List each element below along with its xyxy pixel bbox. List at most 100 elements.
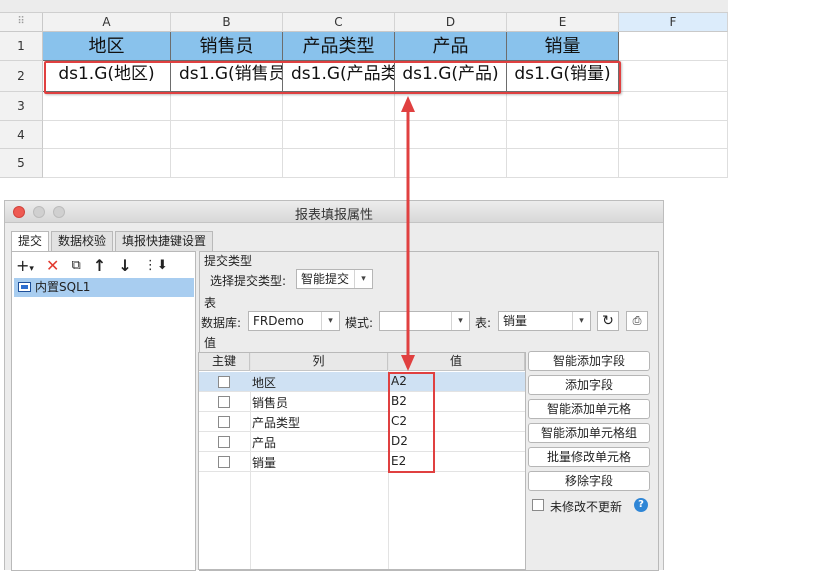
cell-f4[interactable] [619,121,728,149]
cell-ref-value[interactable]: B2 [391,394,407,408]
database-select[interactable]: FRDemo ▾ [248,311,340,331]
cell-f5[interactable] [619,149,728,178]
cell-b4[interactable] [171,121,283,149]
list-item-label: 内置SQL1 [35,280,91,294]
primary-key-checkbox[interactable] [218,416,230,428]
cell-f3[interactable] [619,92,728,121]
submit-type-select[interactable]: 智能提交 ▾ [296,269,373,289]
row-header-1[interactable]: 1 [0,32,43,61]
cell-a4[interactable] [43,121,171,149]
cell-c4[interactable] [283,121,395,149]
sort-icon[interactable]: ⋮⬇ [144,258,168,273]
table-row[interactable]: 销量 E2 [199,452,525,472]
cell-ref-value[interactable]: A2 [391,374,407,388]
cell-b2[interactable]: ds1.G(销售员) [171,61,283,92]
refresh-icon[interactable]: ↻ [597,311,619,331]
column-header-b[interactable]: B [171,13,283,32]
chevron-down-icon: ▾ [572,312,590,330]
move-up-icon[interactable]: ↑ [93,256,106,275]
cell-d1[interactable]: 产品 [395,32,507,61]
smart-add-cell-button[interactable]: 智能添加单元格 [528,399,650,419]
cell-b1[interactable]: 销售员 [171,32,283,61]
dialog-titlebar: 报表填报属性 [5,201,663,223]
field-mapping-table: 主键 列 值 地区 A2 销售员 B2 产品类型 C2 产品 D2 销量 E2 [198,352,526,570]
column-header-e[interactable]: E [507,13,619,32]
dialog-title: 报表填报属性 [294,208,373,223]
header-primary-key[interactable]: 主键 [199,353,250,371]
cell-ref-value[interactable]: E2 [391,454,406,468]
cell-a3[interactable] [43,92,171,121]
remove-field-button[interactable]: 移除字段 [528,471,650,491]
table-row[interactable]: 销售员 B2 [199,392,525,412]
cell-e2[interactable]: ds1.G(销量) [507,61,619,92]
batch-modify-cells-button[interactable]: 批量修改单元格 [528,447,650,467]
row-header-2[interactable]: 2 [0,61,43,92]
table-section-label: 表 [204,296,217,310]
sheet-top-bar [0,0,728,13]
primary-key-checkbox[interactable] [218,456,230,468]
row-header-5[interactable]: 5 [0,149,43,178]
add-field-button[interactable]: 添加字段 [528,375,650,395]
cell-b3[interactable] [171,92,283,121]
cell-e1[interactable]: 销量 [507,32,619,61]
delete-icon[interactable]: ✕ [46,256,59,275]
cell-d4[interactable] [395,121,507,149]
header-column[interactable]: 列 [250,353,388,371]
cell-ref-value[interactable]: C2 [391,414,407,428]
column-name: 销售员 [252,396,289,410]
help-icon[interactable]: ? [634,498,648,512]
cell-a2[interactable]: ds1.G(地区) [43,61,171,92]
preview-icon[interactable]: ⎙ [626,311,648,331]
cell-f1[interactable] [619,32,728,61]
submit-type-value: 智能提交 [301,272,350,286]
column-name: 产品 [252,436,277,450]
column-name: 地区 [252,376,277,390]
copy-icon[interactable]: ⧉ [72,258,81,273]
tab-submit[interactable]: 提交 [11,231,50,251]
table-row[interactable]: 地区 A2 [199,372,525,392]
add-icon[interactable]: +▾ [16,256,34,275]
table-row[interactable]: 产品类型 C2 [199,412,525,432]
row-header-4[interactable]: 4 [0,121,43,149]
mode-select[interactable]: ▾ [379,311,470,331]
cell-d3[interactable] [395,92,507,121]
column-header-f[interactable]: F [619,13,728,32]
header-value[interactable]: 值 [388,353,525,371]
list-item-sql1[interactable]: 内置SQL1 [14,278,194,297]
move-down-icon[interactable]: ↓ [118,256,131,275]
cell-d2[interactable]: ds1.G(产品) [395,61,507,92]
column-header-c[interactable]: C [283,13,395,32]
submit-type-label: 选择提交类型: [210,274,287,288]
table-value: 销量 [503,314,528,328]
cell-e3[interactable] [507,92,619,121]
select-all-corner[interactable]: ⠿ [0,13,43,32]
table-row[interactable]: 产品 D2 [199,432,525,452]
row-header-3[interactable]: 3 [0,92,43,121]
table-select[interactable]: 销量 ▾ [498,311,591,331]
tab-data-validation[interactable]: 数据校验 [51,231,114,251]
primary-key-checkbox[interactable] [218,436,230,448]
cell-a5[interactable] [43,149,171,178]
cell-c3[interactable] [283,92,395,121]
cell-a1[interactable]: 地区 [43,32,171,61]
submit-type-section-label: 提交类型 [204,254,253,268]
cell-c1[interactable]: 产品类型 [283,32,395,61]
cell-e5[interactable] [507,149,619,178]
cell-b5[interactable] [171,149,283,178]
mode-label: 模式: [345,316,374,330]
smart-add-cell-group-button[interactable]: 智能添加单元格组 [528,423,650,443]
column-header-d[interactable]: D [395,13,507,32]
cell-d5[interactable] [395,149,507,178]
primary-key-checkbox[interactable] [218,376,230,388]
smart-add-field-button[interactable]: 智能添加字段 [528,351,650,371]
unchanged-no-update-checkbox[interactable] [532,499,544,511]
table-label: 表: [475,316,492,330]
cell-ref-value[interactable]: D2 [391,434,408,448]
cell-c5[interactable] [283,149,395,178]
cell-f2[interactable] [619,61,728,92]
tab-shortcut-settings[interactable]: 填报快捷键设置 [115,231,214,251]
cell-c2[interactable]: ds1.G(产品类型) [283,61,395,92]
primary-key-checkbox[interactable] [218,396,230,408]
column-header-a[interactable]: A [43,13,171,32]
cell-e4[interactable] [507,121,619,149]
